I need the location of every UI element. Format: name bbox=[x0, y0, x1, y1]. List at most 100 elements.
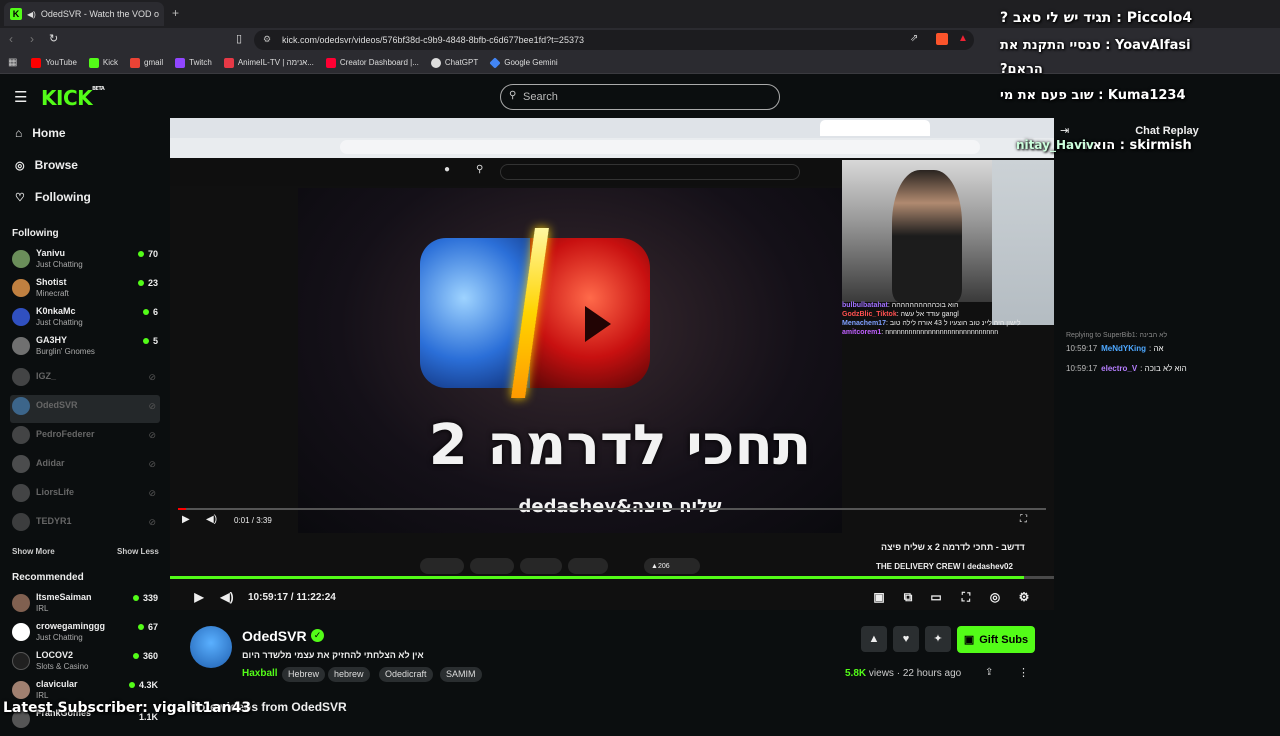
stream-chat-line: GodzBlic_Tiktok: עודד אל עשה gangl bbox=[842, 311, 959, 318]
play-triangle-icon bbox=[585, 306, 611, 342]
recommended-channel[interactable]: crowegaminggg Just Chatting 67 bbox=[10, 621, 160, 649]
nav-following[interactable]: ♡ Following bbox=[15, 190, 91, 204]
overlay-chat-line: סנסיי התקנת את : YoavAlfasi bbox=[1000, 38, 1191, 53]
stream-download-pill bbox=[420, 558, 464, 574]
vod-progress-bar[interactable] bbox=[170, 576, 1054, 579]
channel-info: OdedSVR ✓ אין לא הצלחתי להחזיק את עצמי מ… bbox=[170, 612, 1054, 720]
overlay-chat-line: nitay_Haviv bbox=[1016, 138, 1094, 152]
show-more-button[interactable]: Show More bbox=[12, 547, 55, 556]
channel-avatar[interactable] bbox=[190, 626, 232, 668]
new-tab-button[interactable]: + bbox=[172, 6, 179, 20]
bookmark-kick[interactable]: Kick bbox=[88, 57, 118, 68]
share-button[interactable]: ⇪ bbox=[985, 667, 993, 678]
browser-tab[interactable]: K ◀) OdedSVR - Watch the VOD o ✕ bbox=[4, 2, 164, 26]
live-dot-icon bbox=[142, 338, 149, 344]
bookmark-gmail[interactable]: gmail bbox=[130, 57, 163, 68]
settings-gear-icon[interactable]: ⚙ bbox=[1017, 590, 1031, 604]
avatar bbox=[12, 513, 30, 531]
following-channel-offline[interactable]: IGZ_ ⊘ bbox=[10, 366, 160, 394]
apps-grid-icon[interactable]: ▦ bbox=[8, 57, 17, 68]
tag-pill[interactable]: hebrew bbox=[328, 667, 370, 682]
site-info-icon[interactable]: ⚙ bbox=[263, 34, 271, 45]
bookmark-animeil[interactable]: AnimeIL-TV | אנימה... bbox=[223, 57, 314, 68]
bookmark-chatgpt[interactable]: ChatGPT bbox=[430, 57, 478, 68]
tag-pill[interactable]: Hebrew bbox=[282, 667, 326, 682]
following-channel-offline[interactable]: LiorsLife ⊘ bbox=[10, 482, 160, 510]
back-arrow-icon[interactable]: ‹ bbox=[9, 32, 13, 46]
stream-chat-line: amitcorem1: nnnnnnnnnnnnnnnnnnnnnnnnnnnn… bbox=[842, 329, 999, 336]
search-input[interactable]: ⚲ Search bbox=[500, 84, 780, 110]
bookmark-icon[interactable]: ▯ bbox=[236, 32, 242, 45]
avatar bbox=[12, 279, 30, 297]
stream-player-controls: ▶ ◀) 0:01 / 3:39 ⛶ bbox=[170, 508, 1054, 530]
nav-browse[interactable]: ◎ Browse bbox=[15, 158, 78, 172]
viewer-count: 339 bbox=[132, 593, 158, 603]
tag-pill[interactable]: Odedicraft bbox=[379, 667, 433, 682]
recommended-channel[interactable]: LOCOV2 Slots & Casino 360 bbox=[10, 650, 160, 678]
following-channel-offline[interactable]: Adidar ⊘ bbox=[10, 453, 160, 481]
captions-icon[interactable]: ▭ bbox=[929, 590, 943, 604]
thumbnail-title: תחכי לדרמה 2 bbox=[428, 413, 812, 478]
offline-icon: ⊘ bbox=[148, 372, 156, 382]
more-options-icon[interactable]: ⋮ bbox=[1018, 666, 1029, 679]
forward-arrow-icon[interactable]: › bbox=[30, 32, 34, 46]
show-less-button[interactable]: Show Less bbox=[117, 547, 159, 556]
offline-icon: ⊘ bbox=[148, 488, 156, 498]
following-channel[interactable]: Yanivu Just Chatting 70 bbox=[10, 248, 160, 276]
chat-reply-context: Replying to SuperBib1: לא הבינה bbox=[1066, 332, 1168, 339]
fullscreen-icon[interactable]: ⛶ bbox=[959, 590, 973, 604]
play-button[interactable]: ▶ bbox=[192, 590, 206, 604]
following-channel[interactable]: GA3HY Burglin' Gnomes 5 bbox=[10, 335, 160, 363]
gift-subs-button[interactable]: ▣ Gift Subs bbox=[957, 626, 1035, 653]
stream-active-tab bbox=[820, 120, 930, 136]
video-player[interactable]: ● ⚲ תחכי לדרמה 2 dedashev&שליח פיצה ▶ ◀)… bbox=[170, 118, 1054, 610]
share-icon[interactable]: ⇗ bbox=[910, 33, 918, 44]
search-placeholder: Search bbox=[523, 91, 558, 103]
live-dot-icon bbox=[137, 624, 144, 630]
reload-icon[interactable]: ↻ bbox=[49, 32, 58, 45]
recommended-channel[interactable]: ItsmeSaiman IRL 339 bbox=[10, 592, 160, 620]
clip-icon[interactable]: ◎ bbox=[988, 590, 1002, 604]
category-link[interactable]: Haxball bbox=[242, 668, 278, 679]
following-channel[interactable]: Shotist Minecraft 23 bbox=[10, 277, 160, 305]
notification-bell-button[interactable]: ▲ bbox=[861, 626, 887, 652]
pip-icon[interactable]: ⧉ bbox=[901, 590, 915, 604]
stream-fullscreen-icon: ⛶ bbox=[1020, 514, 1027, 525]
theater-mode-icon[interactable]: ▣ bbox=[872, 590, 886, 604]
address-field[interactable]: ⚙ kick.com/odedsvr/videos/576bf38d-c9b9-… bbox=[254, 30, 974, 50]
live-dot-icon bbox=[137, 280, 144, 286]
following-channel-offline[interactable]: TEDYR1 ⊘ bbox=[10, 511, 160, 539]
brave-shield-icon[interactable] bbox=[936, 33, 948, 45]
nav-home[interactable]: ⌂ Home bbox=[15, 126, 66, 140]
stream-clip-pill bbox=[470, 558, 514, 574]
chat-message[interactable]: 10:59:17 electro_V: הוא לא בוכה bbox=[1066, 364, 1187, 373]
mic-icon: ● bbox=[444, 164, 451, 175]
offline-icon: ⊘ bbox=[148, 517, 156, 527]
following-channel-offline[interactable]: OdedSVR ⊘ bbox=[10, 395, 160, 423]
hamburger-menu-icon[interactable]: ☰ bbox=[14, 88, 27, 106]
view-stats: 5.8K views · 22 hours ago bbox=[845, 668, 962, 679]
bookmark-creator-dashboard[interactable]: Creator Dashboard |... bbox=[325, 57, 419, 68]
bookmark-gemini[interactable]: Google Gemini bbox=[489, 56, 558, 69]
tag-pill[interactable]: SAMIM bbox=[440, 667, 482, 682]
avatar bbox=[12, 397, 30, 415]
bookmark-twitch[interactable]: Twitch bbox=[175, 57, 212, 68]
offline-icon: ⊘ bbox=[148, 430, 156, 440]
follow-heart-button[interactable]: ♥ bbox=[893, 626, 919, 652]
following-channel[interactable]: K0nkaMc Just Chatting 6 bbox=[10, 306, 160, 334]
bookmark-youtube[interactable]: YouTube bbox=[31, 57, 77, 68]
chat-message[interactable]: 10:59:17 MeNdYKing: אה bbox=[1066, 344, 1164, 353]
viewer-count: 4.3K bbox=[128, 680, 158, 690]
following-channel-offline[interactable]: PedroFederer ⊘ bbox=[10, 424, 160, 452]
kick-logo[interactable]: KICKBETA bbox=[41, 86, 105, 110]
boost-button[interactable]: ✦ bbox=[925, 626, 951, 652]
gmail-icon bbox=[130, 57, 141, 68]
brave-rewards-icon[interactable]: ▲ bbox=[958, 33, 968, 44]
channel-name[interactable]: OdedSVR bbox=[242, 628, 307, 644]
youtube-icon bbox=[31, 57, 42, 68]
stream-share-pill bbox=[568, 558, 608, 574]
vod-progress-fill bbox=[170, 576, 1024, 579]
volume-icon[interactable]: ◀) bbox=[220, 590, 234, 604]
webcam-left bbox=[842, 160, 992, 302]
chat-panel: ⇥ Chat Replay Replying to SuperBib1: לא … bbox=[1054, 118, 1280, 720]
